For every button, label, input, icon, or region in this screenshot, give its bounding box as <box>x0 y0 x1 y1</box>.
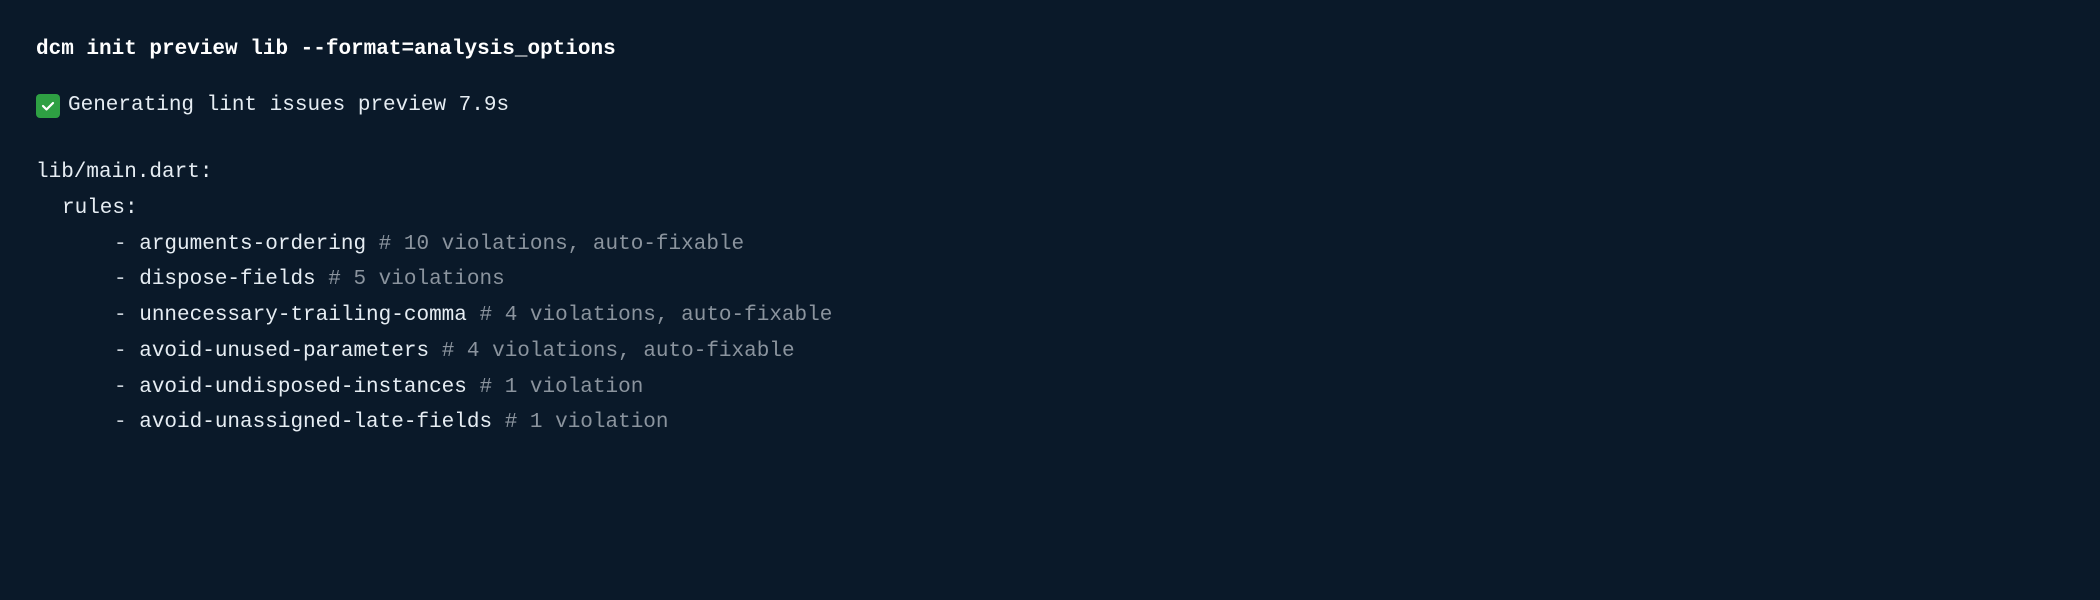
rule-name: avoid-unused-parameters <box>139 340 429 363</box>
bullet-icon: - <box>114 376 139 399</box>
status-text: Generating lint issues preview 7.9s <box>68 88 509 124</box>
command-line: dcm init preview lib --format=analysis_o… <box>36 32 2064 68</box>
bullet-icon: - <box>114 268 139 291</box>
rule-comment: # 4 violations, auto-fixable <box>442 340 795 363</box>
rule-comment: # 10 violations, auto-fixable <box>379 233 744 256</box>
file-path: lib/main.dart: <box>36 155 2064 191</box>
rule-name: arguments-ordering <box>139 233 366 256</box>
rule-item: - arguments-ordering # 10 violations, au… <box>36 227 2064 263</box>
bullet-icon: - <box>114 411 139 434</box>
rule-comment: # 4 violations, auto-fixable <box>479 304 832 327</box>
rule-comment: # 5 violations <box>328 268 504 291</box>
bullet-icon: - <box>114 233 139 256</box>
bullet-icon: - <box>114 304 139 327</box>
rules-label: rules: <box>36 191 2064 227</box>
rule-item: - dispose-fields # 5 violations <box>36 262 2064 298</box>
rule-comment: # 1 violation <box>505 411 669 434</box>
status-line: Generating lint issues preview 7.9s <box>36 88 2064 124</box>
bullet-icon: - <box>114 340 139 363</box>
rule-item: - unnecessary-trailing-comma # 4 violati… <box>36 298 2064 334</box>
checkmark-icon <box>36 94 60 118</box>
rule-comment: # 1 violation <box>479 376 643 399</box>
rule-name: dispose-fields <box>139 268 315 291</box>
rule-name: avoid-unassigned-late-fields <box>139 411 492 434</box>
rule-name: unnecessary-trailing-comma <box>139 304 467 327</box>
rule-name: avoid-undisposed-instances <box>139 376 467 399</box>
rule-item: - avoid-undisposed-instances # 1 violati… <box>36 370 2064 406</box>
rule-item: - avoid-unassigned-late-fields # 1 viola… <box>36 405 2064 441</box>
rule-item: - avoid-unused-parameters # 4 violations… <box>36 334 2064 370</box>
